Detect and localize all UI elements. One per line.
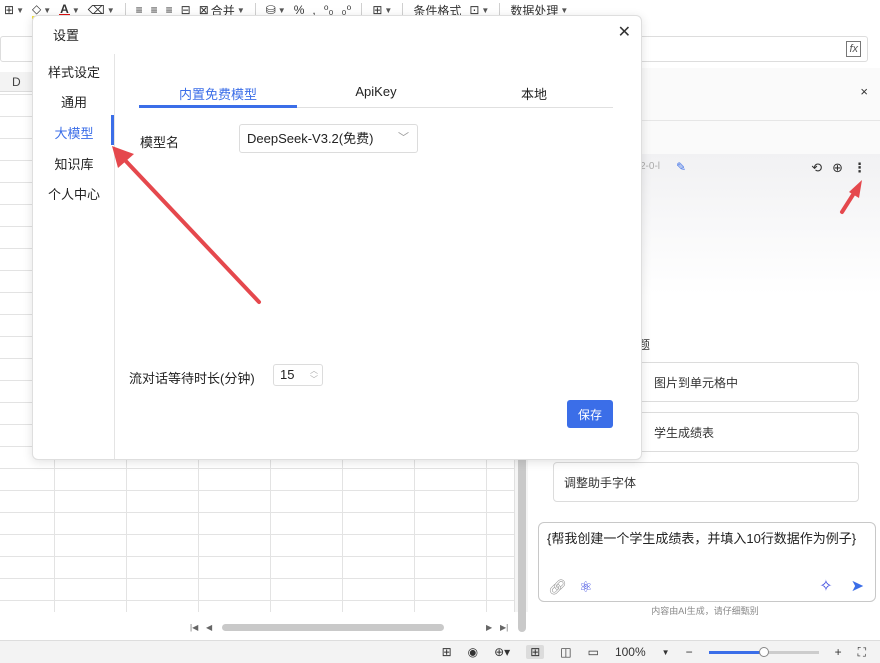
model-tabs: 内置免费模型 ApiKey 本地 [139, 84, 613, 108]
zoom-in-icon[interactable]: + [835, 645, 842, 659]
scroll-left-icon[interactable]: |◀ [190, 623, 198, 632]
zoom-out-icon[interactable]: − [686, 645, 693, 659]
chevron-down-icon: ▼ [277, 5, 286, 15]
page-break-view-icon[interactable]: ◫ [560, 645, 571, 659]
normal-view-icon[interactable]: ⊞ [526, 645, 545, 659]
chevron-down-icon: ﹀ [398, 132, 409, 144]
column-header-label[interactable]: D [12, 75, 21, 89]
sidebar-item-knowledge[interactable]: 知识库 [33, 154, 115, 173]
border-icon: ⊞ [4, 3, 15, 17]
zoom-slider-knob[interactable] [758, 646, 769, 657]
chevron-down-icon: ▼ [71, 5, 80, 15]
active-nav-indicator [111, 115, 114, 145]
chevron-down-icon: ▼ [560, 5, 569, 15]
stream-wait-value: 15 [280, 367, 295, 382]
model-select-value: DeepSeek-V3.2(免费) [247, 131, 374, 146]
sidebar-item-llm[interactable]: 大模型 [33, 123, 115, 142]
more-options-icon[interactable]: ⋮ [853, 160, 866, 176]
scroll-right-icon[interactable]: ▶| [500, 623, 508, 632]
send-icon[interactable]: ➤ [851, 576, 864, 596]
ai-disclaimer: 内容由AI生成，请仔细甄别 [651, 606, 759, 616]
tab-local[interactable]: 本地 [455, 84, 613, 108]
page-layout-icon[interactable]: ⊞ [442, 645, 452, 659]
stream-wait-label: 流对话等待时长(分钟) [129, 371, 255, 386]
dialog-title: 设置 [53, 28, 80, 43]
atom-icon[interactable]: ⚛ [579, 578, 592, 596]
chevron-down-icon: ▼ [16, 5, 24, 15]
input-tools: 🔗︎ ⚛ [548, 578, 593, 596]
close-icon[interactable]: × [860, 84, 868, 99]
function-icon[interactable]: fx [846, 41, 861, 57]
chat-title: 2-0-l [640, 161, 661, 172]
scroll-prev-icon[interactable]: ◀ [206, 623, 212, 632]
suggestion-item[interactable]: 调整助手字体 [553, 462, 859, 502]
model-name-label: 模型名 [140, 135, 180, 150]
close-icon[interactable]: ✕ [618, 22, 631, 42]
history-icon[interactable]: ⟲ [811, 160, 822, 176]
model-select[interactable]: DeepSeek-V3.2(免费) ﹀ [239, 124, 418, 153]
zoom-slider-fill [708, 650, 763, 654]
sidebar-item-style[interactable]: 样式设定 [33, 62, 115, 81]
tab-apikey[interactable]: ApiKey [297, 84, 455, 108]
locate-icon[interactable]: ⊕▾ [494, 645, 510, 659]
suggestion-text: 学生成绩表 [654, 425, 715, 440]
scroll-next-icon[interactable]: ▶ [486, 623, 492, 632]
chat-input-text: {帮我创建一个学生成绩表，并填入10行数据作为例子} [547, 531, 857, 546]
send-tools: ✧ ➤ [819, 576, 864, 596]
tab-builtin-free[interactable]: 内置免费模型 [139, 84, 297, 108]
suggestion-text: 图片到单元格中 [654, 375, 739, 390]
stream-wait-stepper[interactable]: 15 ︿ ﹀ [273, 364, 323, 386]
border-button[interactable]: ⊞ ▼ [0, 0, 28, 20]
sidebar-item-profile[interactable]: 个人中心 [33, 184, 115, 203]
zoom-slider[interactable] [708, 646, 819, 657]
zoom-level[interactable]: 100% [615, 645, 646, 659]
chevron-down-icon[interactable]: ▼ [662, 648, 670, 657]
reading-view-icon[interactable]: ▭ [588, 645, 599, 659]
chevron-down-icon: ▼ [481, 5, 490, 15]
chevron-down-icon: ▼ [236, 5, 245, 15]
status-bar: ⊞ ◉ ⊕▾ ⊞ ◫ ▭ 100% ▼ − + ⛶ [0, 640, 880, 663]
chevron-down-icon: ▼ [106, 5, 115, 15]
horizontal-scroll-thumb[interactable] [222, 624, 444, 631]
chat-toolbar: ⟲ ⊕ ⋮ [811, 160, 866, 176]
suggestion-text: 调整助手字体 [564, 475, 637, 490]
eye-icon[interactable]: ◉ [468, 645, 478, 659]
link-icon[interactable]: 🔗︎ [548, 578, 567, 596]
new-chat-icon[interactable]: ⊕ [832, 160, 843, 176]
chevron-down-icon: ▼ [43, 5, 52, 15]
magic-wand-icon[interactable]: ✧ [819, 576, 832, 596]
settings-sidebar: 样式设定 通用 大模型 知识库 个人中心 [33, 54, 115, 459]
settings-dialog: 设置 ✕ 样式设定 通用 大模型 知识库 个人中心 内置免费模型 ApiKey … [32, 15, 642, 460]
horizontal-scrollbar[interactable]: |◀ ◀ ▶ ▶| [190, 620, 516, 634]
sidebar-item-general[interactable]: 通用 [33, 92, 115, 111]
chevron-down-icon: ▼ [384, 5, 393, 15]
edit-title-icon[interactable]: ✎ [676, 160, 686, 174]
fullscreen-icon[interactable]: ⛶ [858, 645, 866, 660]
save-button[interactable]: 保存 [567, 400, 613, 428]
stepper-arrows-icon[interactable]: ︿ ﹀ [310, 366, 318, 384]
